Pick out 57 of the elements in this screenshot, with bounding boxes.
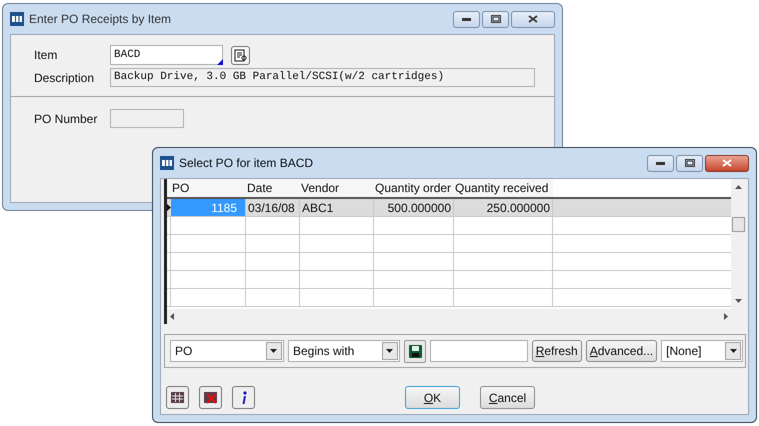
close-icon — [722, 159, 732, 167]
lookup-button[interactable] — [231, 46, 250, 64]
po-number-label: PO Number — [34, 110, 98, 128]
minimize-icon — [656, 162, 665, 164]
corner-marker-icon — [217, 59, 223, 65]
filter-action-button[interactable]: Refresh — [532, 340, 582, 362]
column-header[interactable]: Quantity order — [374, 179, 454, 197]
maximize-button[interactable] — [676, 154, 703, 172]
app-logo-icon — [160, 156, 174, 170]
table-cell: 250.000000 — [454, 199, 553, 216]
table-delete-icon — [204, 392, 218, 404]
scroll-up-icon — [735, 185, 742, 189]
info-icon — [240, 390, 248, 404]
operator-dropdown[interactable]: Begins with — [288, 340, 400, 362]
po-number-field[interactable] — [110, 109, 184, 128]
dialog-button[interactable]: OK — [405, 386, 460, 409]
close-icon — [528, 15, 538, 23]
document-search-icon — [234, 48, 247, 62]
column-header[interactable]: Quantity received — [454, 179, 553, 197]
clear-grid-button[interactable] — [199, 386, 222, 409]
dialog-button[interactable]: Cancel — [480, 386, 535, 409]
scroll-left-icon — [170, 313, 174, 320]
field-dropdown[interactable]: PO — [170, 340, 284, 362]
column-header[interactable]: Date — [246, 179, 300, 197]
save-button[interactable] — [404, 340, 426, 362]
table-cell: 500.000000 — [374, 199, 454, 216]
maximize-icon — [684, 159, 694, 167]
layout-dropdown[interactable]: [None] — [661, 340, 743, 362]
filter-value-field[interactable] — [430, 340, 528, 362]
grid-button[interactable] — [166, 386, 189, 409]
item-label: Item — [34, 47, 58, 64]
info-button[interactable] — [232, 386, 255, 409]
table-cell: ABC1 — [300, 199, 374, 216]
filter-action-button[interactable]: Advanced... — [586, 340, 658, 362]
maximize-button[interactable] — [482, 10, 509, 28]
item-field[interactable]: BACD — [110, 45, 223, 65]
scroll-right-icon — [724, 313, 728, 320]
minimize-button[interactable] — [647, 154, 674, 172]
minimize-icon — [462, 18, 471, 20]
table-icon — [171, 392, 184, 403]
row-pointer-icon — [167, 204, 171, 211]
maximize-icon — [490, 15, 500, 23]
dialog-title: Select PO for item BACD — [179, 155, 314, 172]
table-cell: 03/16/08 — [246, 199, 300, 216]
description-field: Backup Drive, 3.0 GB Parallel/SCSI(w/2 cartridges) — [110, 68, 535, 87]
description-label: Description — [34, 70, 96, 86]
table-cell: 1185 — [171, 199, 246, 216]
scroll-thumb[interactable] — [732, 217, 745, 232]
window-title: Enter PO Receipts by Item — [29, 11, 172, 28]
column-header[interactable]: PO — [171, 179, 246, 197]
vertical-scrollbar[interactable] — [731, 179, 746, 324]
close-button[interactable] — [511, 10, 555, 28]
scroll-down-icon — [735, 299, 742, 303]
minimize-button[interactable] — [453, 10, 480, 28]
close-button[interactable] — [705, 154, 749, 172]
column-header[interactable]: Vendor — [300, 179, 374, 197]
app-logo-icon — [10, 12, 24, 26]
